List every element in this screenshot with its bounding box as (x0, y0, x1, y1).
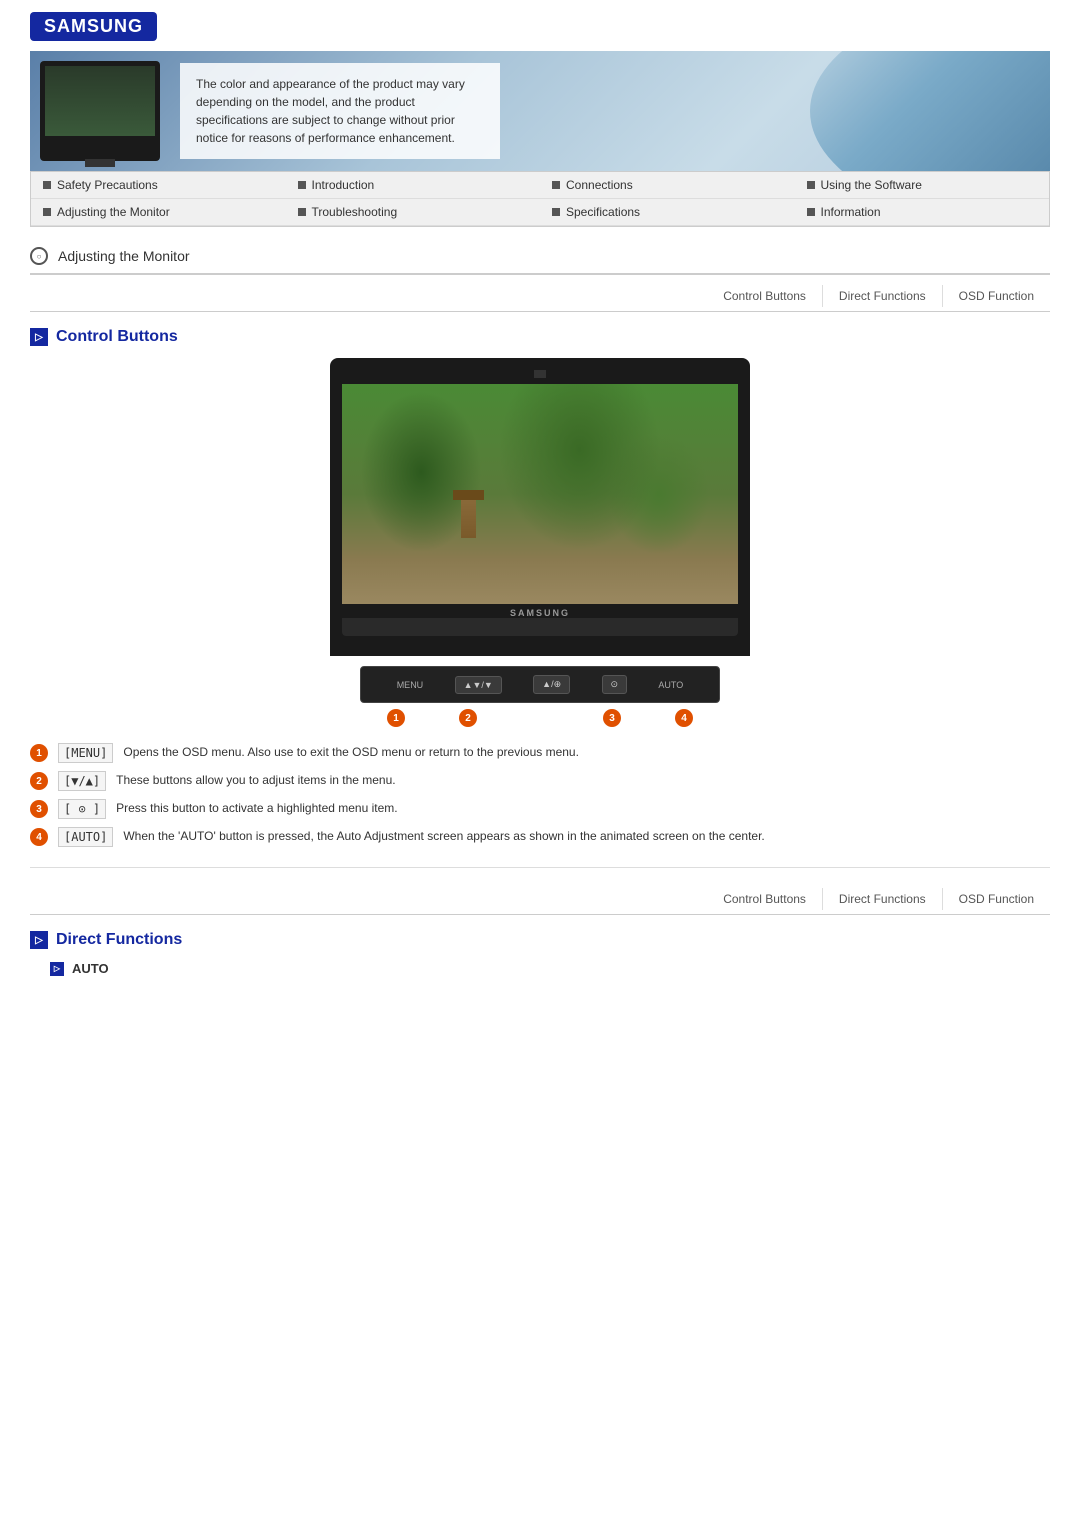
btn-desc-4: 4 [AUTO] When the 'AUTO' button is press… (30, 827, 1050, 847)
hero-monitor-stand (85, 159, 115, 167)
nav-bullet-connections (552, 181, 560, 189)
hero-description-text: The color and appearance of the product … (180, 63, 500, 159)
ctrl-menu: MENU (397, 680, 424, 690)
btn-description-1: Opens the OSD menu. Also use to exit the… (123, 743, 579, 761)
samsung-logo: SAMSUNG (30, 12, 157, 41)
section-divider (30, 867, 1050, 868)
direct-functions-title: Direct Functions (56, 931, 182, 949)
btn-symbol-2: [▼/▲] (58, 771, 106, 791)
hero-banner: The color and appearance of the product … (30, 51, 1050, 171)
monitor-screen (342, 384, 738, 604)
nav-item-specifications[interactable]: Specifications (540, 199, 795, 226)
header: SAMSUNG (0, 0, 1080, 51)
tab-osd-function-top[interactable]: OSD Function (943, 285, 1050, 307)
btn-desc-3: 3 [ ⊙ ] Press this button to activate a … (30, 799, 1050, 819)
nav-item-troubleshooting[interactable]: Troubleshooting (286, 199, 541, 226)
btn-num-circle-3: 3 (30, 800, 48, 818)
ctrl-num-1: 1 (387, 709, 405, 727)
monitor-diagram: SAMSUNG MENU ▲▼/▼ ▲/⊕ ⊙ AUTO 1 2 3 4 (330, 358, 750, 727)
ctrl-circle: ⊙ (602, 675, 628, 694)
monitor-base (342, 618, 738, 636)
monitor-brand-label: SAMSUNG (342, 608, 738, 618)
nav-item-connections[interactable]: Connections (540, 172, 795, 199)
nav-item-software[interactable]: Using the Software (795, 172, 1050, 199)
button-descriptions: 1 [MENU] Opens the OSD menu. Also use to… (30, 743, 1050, 847)
btn-desc-1: 1 [MENU] Opens the OSD menu. Also use to… (30, 743, 1050, 763)
btn-description-3: Press this button to activate a highligh… (116, 799, 398, 817)
direct-functions-auto-item: ▷ AUTO (50, 961, 1030, 976)
ctrl-num-4: 4 (675, 709, 693, 727)
breadcrumb-label: Adjusting the Monitor (58, 248, 190, 264)
direct-functions-icon: ▷ (30, 931, 48, 949)
ctrl-enter: ▲/⊕ (533, 675, 570, 694)
auto-sub-icon: ▷ (50, 962, 64, 976)
breadcrumb: ○ Adjusting the Monitor (30, 247, 1050, 275)
controls-bar: MENU ▲▼/▼ ▲/⊕ ⊙ AUTO (360, 666, 720, 703)
btn-desc-2: 2 [▼/▲] These buttons allow you to adjus… (30, 771, 1050, 791)
direct-functions-header: ▷ Direct Functions (30, 931, 1050, 949)
nav-bullet-software (807, 181, 815, 189)
nav-item-safety[interactable]: Safety Precautions (31, 172, 286, 199)
nav-bullet-introduction (298, 181, 306, 189)
ctrl-updown: ▲▼/▼ (455, 676, 502, 694)
btn-symbol-3: [ ⊙ ] (58, 799, 106, 819)
btn-symbol-4: [AUTO] (58, 827, 113, 847)
ctrl-num-3: 3 (603, 709, 621, 727)
tab-direct-functions-top[interactable]: Direct Functions (823, 285, 943, 307)
tab-control-buttons-top[interactable]: Control Buttons (707, 285, 823, 307)
hero-monitor-image (40, 61, 160, 161)
nav-bullet-information (807, 208, 815, 216)
ctrl-numbers-row: 1 2 3 4 (360, 709, 720, 727)
nav-item-introduction[interactable]: Introduction (286, 172, 541, 199)
garden-background (342, 384, 738, 604)
nav-item-adjusting[interactable]: Adjusting the Monitor (31, 199, 286, 226)
auto-sub-label: AUTO (72, 961, 109, 976)
nav-bullet-specifications (552, 208, 560, 216)
tab-direct-functions-bottom[interactable]: Direct Functions (823, 888, 943, 910)
btn-description-2: These buttons allow you to adjust items … (116, 771, 396, 789)
pagoda-image (461, 498, 476, 538)
hero-wave-decoration (750, 51, 1050, 171)
navigation-bar: Safety Precautions Introduction Connecti… (30, 171, 1050, 227)
btn-num-circle-2: 2 (30, 772, 48, 790)
btn-description-4: When the 'AUTO' button is pressed, the A… (123, 827, 764, 845)
control-buttons-header: ▷ Control Buttons (30, 328, 1050, 346)
tab-control-buttons-bottom[interactable]: Control Buttons (707, 888, 823, 910)
btn-num-circle-4: 4 (30, 828, 48, 846)
control-buttons-icon: ▷ (30, 328, 48, 346)
btn-symbol-1: [MENU] (58, 743, 113, 763)
ctrl-num-2: 2 (459, 709, 477, 727)
nav-bullet-adjusting (43, 208, 51, 216)
nav-bullet-troubleshooting (298, 208, 306, 216)
function-tabs-bottom: Control Buttons Direct Functions OSD Fun… (30, 888, 1050, 915)
nav-item-information[interactable]: Information (795, 199, 1050, 226)
control-buttons-title: Control Buttons (56, 328, 178, 346)
tab-osd-function-bottom[interactable]: OSD Function (943, 888, 1050, 910)
breadcrumb-icon: ○ (30, 247, 48, 265)
hero-monitor-screen (45, 66, 155, 136)
nav-bullet-safety (43, 181, 51, 189)
monitor-frame: SAMSUNG (330, 358, 750, 656)
btn-num-circle-1: 1 (30, 744, 48, 762)
function-tabs-top: Control Buttons Direct Functions OSD Fun… (30, 285, 1050, 312)
ctrl-auto: AUTO (658, 680, 683, 690)
monitor-top-button (534, 370, 546, 378)
